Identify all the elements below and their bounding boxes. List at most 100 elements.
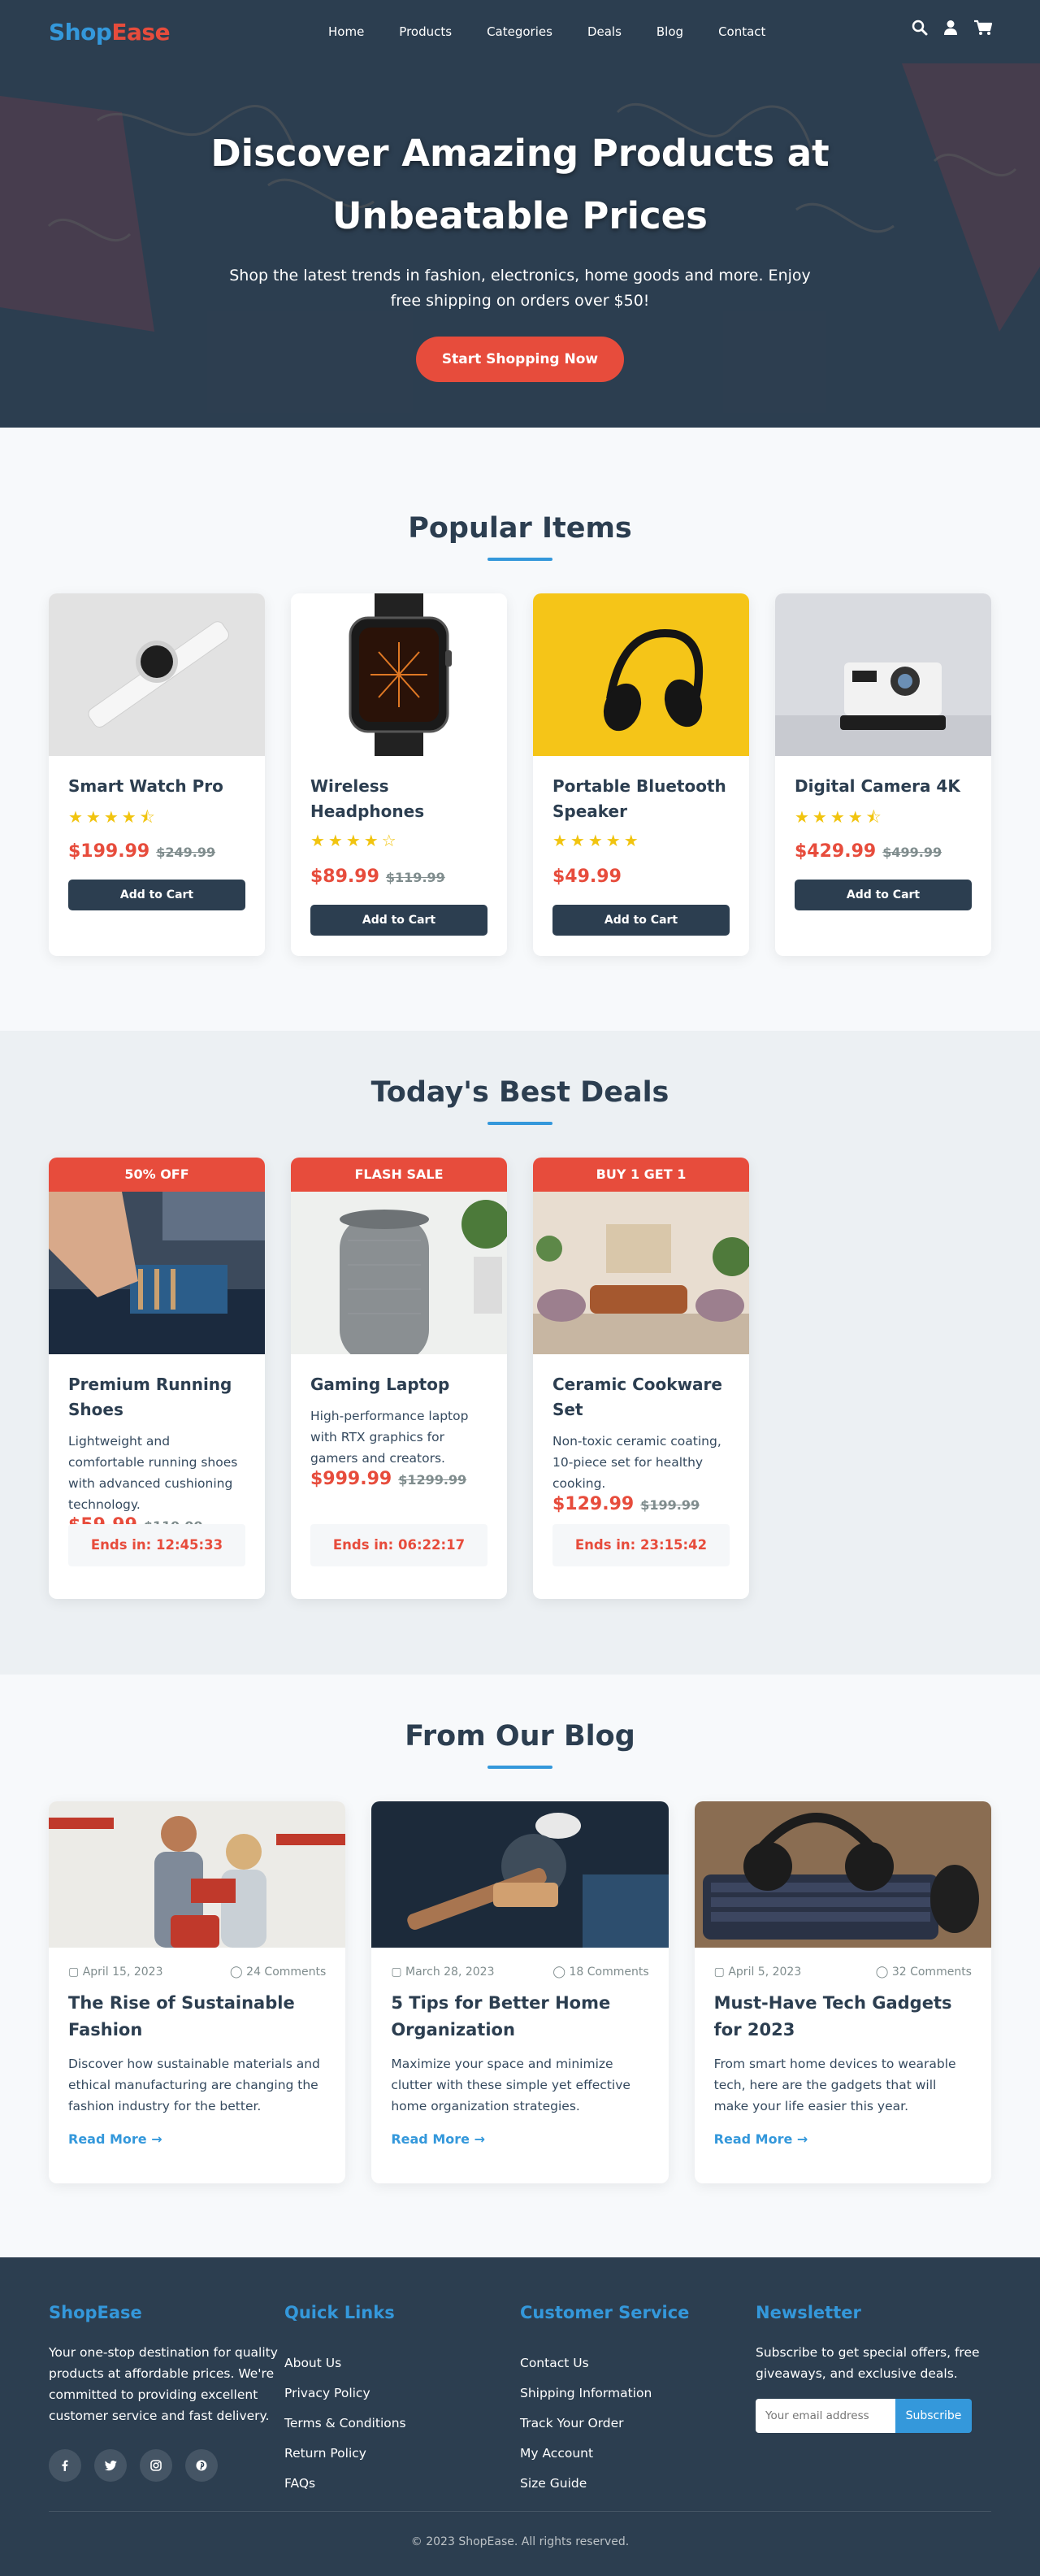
old-price: $199.99 bbox=[640, 1497, 700, 1513]
deal-name: Premium Running Shoes bbox=[68, 1375, 232, 1419]
deal-image bbox=[291, 1192, 507, 1354]
product-price: $49.99 bbox=[552, 867, 622, 887]
product-image bbox=[291, 593, 507, 756]
read-more-link[interactable]: Read More → bbox=[68, 2131, 162, 2147]
copyright: © 2023 ShopEase. All rights reserved. bbox=[49, 2511, 991, 2576]
subscribe-button[interactable]: Subscribe bbox=[895, 2399, 972, 2433]
blog-grid: ▢ April 15, 2023 ◯ 24 Comments The Rise o… bbox=[0, 1801, 1040, 2183]
product-grid: Smart Watch Pro ★★★★⯪ $199.99 $249.99 Add… bbox=[0, 593, 1040, 956]
footer-about: ShopEase Your one-stop destination for q… bbox=[49, 2303, 284, 2499]
deal-countdown: Ends in: 23:15:42 bbox=[552, 1524, 730, 1566]
deal-countdown: Ends in: 06:22:17 bbox=[310, 1524, 488, 1566]
pinterest-icon[interactable] bbox=[185, 2449, 218, 2482]
post-excerpt: From smart home devices to wearable tech… bbox=[713, 2057, 956, 2113]
add-to-cart-button[interactable]: Add to Cart bbox=[795, 880, 972, 910]
product-card[interactable]: Wireless Headphones ★★★★☆ $89.99 $119.99 … bbox=[291, 593, 507, 956]
product-card[interactable]: Digital Camera 4K ★★★★⯪ $429.99 $499.99 A… bbox=[775, 593, 991, 956]
newsletter-text: Subscribe to get special offers, free gi… bbox=[756, 2345, 980, 2381]
comment-icon: ◯ bbox=[552, 1966, 570, 1979]
user-icon[interactable] bbox=[942, 20, 960, 37]
product-price: $89.99 bbox=[310, 867, 379, 887]
facebook-icon[interactable] bbox=[49, 2449, 81, 2482]
footer-link[interactable]: Return Policy bbox=[284, 2439, 520, 2469]
nav-link-blog[interactable]: Blog bbox=[656, 24, 683, 39]
footer: ShopEase Your one-stop destination for q… bbox=[0, 2257, 1040, 2576]
top-navbar: ShopEase Home Products Categories Deals … bbox=[0, 0, 1040, 63]
blog-card[interactable]: ▢ March 28, 2023 ◯ 18 Comments 5 Tips for… bbox=[371, 1801, 669, 2183]
arrow-right-icon: → bbox=[151, 2131, 162, 2147]
deal-price: $129.99 bbox=[552, 1494, 635, 1514]
social-links bbox=[49, 2449, 284, 2482]
nav-link-contact[interactable]: Contact bbox=[718, 24, 765, 39]
post-comments[interactable]: ◯ 18 Comments bbox=[552, 1966, 648, 1979]
footer-about-text: Your one-stop destination for quality pr… bbox=[49, 2345, 278, 2423]
add-to-cart-button[interactable]: Add to Cart bbox=[68, 880, 245, 910]
newsletter-title: Newsletter bbox=[756, 2303, 861, 2322]
footer-link[interactable]: Privacy Policy bbox=[284, 2378, 520, 2409]
footer-link[interactable]: My Account bbox=[520, 2439, 756, 2469]
main-menu: Home Products Categories Deals Blog Cont… bbox=[328, 0, 800, 63]
deal-name: Gaming Laptop bbox=[310, 1375, 450, 1394]
post-title[interactable]: The Rise of Sustainable Fashion bbox=[68, 1990, 326, 2044]
read-more-link[interactable]: Read More → bbox=[391, 2131, 485, 2147]
comment-icon: ◯ bbox=[230, 1966, 247, 1979]
deal-card[interactable]: 50% OFF Premium Running Shoes Lightweigh… bbox=[49, 1158, 265, 1599]
blog-image bbox=[371, 1801, 669, 1948]
email-input[interactable] bbox=[756, 2399, 895, 2433]
deals-section: Today's Best Deals 50% OFF Premium Runni… bbox=[0, 1031, 1040, 1675]
product-name: Wireless Headphones bbox=[310, 776, 425, 821]
blog-card[interactable]: ▢ April 15, 2023 ◯ 24 Comments The Rise o… bbox=[49, 1801, 346, 2183]
old-price: $249.99 bbox=[156, 845, 216, 860]
deal-card[interactable]: BUY 1 GET 1 Ceramic Cookware Set Non-tox… bbox=[533, 1158, 749, 1599]
logo[interactable]: ShopEase bbox=[49, 19, 171, 46]
old-price: $1299.99 bbox=[398, 1472, 467, 1488]
nav-link-home[interactable]: Home bbox=[328, 24, 364, 39]
start-shopping-button[interactable]: Start Shopping Now bbox=[415, 337, 625, 382]
post-comments[interactable]: ◯ 32 Comments bbox=[876, 1966, 972, 1979]
cart-icon[interactable] bbox=[973, 20, 993, 37]
deal-card[interactable]: FLASH SALE Gaming Laptop High-performanc… bbox=[291, 1158, 507, 1599]
section-title: From Our Blog bbox=[405, 1720, 635, 1753]
deals-grid: 50% OFF Premium Running Shoes Lightweigh… bbox=[0, 1158, 1040, 1599]
footer-brand: ShopEase bbox=[49, 2303, 142, 2322]
deal-badge: 50% OFF bbox=[49, 1158, 265, 1192]
twitter-icon[interactable] bbox=[94, 2449, 127, 2482]
customer-service-title: Customer Service bbox=[520, 2303, 690, 2322]
blog-image bbox=[49, 1801, 346, 1948]
footer-link[interactable]: FAQs bbox=[284, 2469, 520, 2499]
footer-link[interactable]: About Us bbox=[284, 2348, 520, 2378]
star-rating: ★★★★★ bbox=[552, 831, 642, 850]
product-card[interactable]: Smart Watch Pro ★★★★⯪ $199.99 $249.99 Add… bbox=[49, 593, 265, 956]
search-icon[interactable] bbox=[912, 20, 930, 37]
blog-card[interactable]: ▢ April 5, 2023 ◯ 32 Comments Must-Have T… bbox=[694, 1801, 991, 2183]
nav-link-deals[interactable]: Deals bbox=[587, 24, 622, 39]
star-rating: ★★★★☆ bbox=[310, 831, 400, 850]
title-underline bbox=[488, 558, 552, 561]
add-to-cart-button[interactable]: Add to Cart bbox=[310, 905, 488, 936]
title-underline bbox=[488, 1122, 552, 1125]
product-image bbox=[775, 593, 991, 756]
deal-image bbox=[49, 1192, 265, 1354]
deal-name: Ceramic Cookware Set bbox=[552, 1375, 722, 1419]
star-rating: ★★★★⯪ bbox=[795, 807, 885, 827]
footer-link[interactable]: Shipping Information bbox=[520, 2378, 756, 2409]
post-date: ▢ April 15, 2023 bbox=[68, 1966, 163, 1979]
product-card[interactable]: Portable Bluetooth Speaker ★★★★★ $49.99 … bbox=[533, 593, 749, 956]
post-comments[interactable]: ◯ 24 Comments bbox=[230, 1966, 326, 1979]
post-title[interactable]: Must-Have Tech Gadgets for 2023 bbox=[714, 1990, 972, 2044]
footer-link[interactable]: Track Your Order bbox=[520, 2409, 756, 2439]
nav-link-products[interactable]: Products bbox=[399, 24, 452, 39]
post-title[interactable]: 5 Tips for Better Home Organization bbox=[391, 1990, 648, 2044]
footer-link[interactable]: Size Guide bbox=[520, 2469, 756, 2499]
footer-link[interactable]: Terms & Conditions bbox=[284, 2409, 520, 2439]
read-more-link[interactable]: Read More → bbox=[714, 2131, 808, 2147]
blog-section: From Our Blog ▢ April 15, 2023 ◯ 24 Comme… bbox=[0, 1675, 1040, 2257]
calendar-icon: ▢ bbox=[68, 1966, 83, 1979]
blog-image bbox=[694, 1801, 991, 1948]
footer-link[interactable]: Contact Us bbox=[520, 2348, 756, 2378]
deal-price: $999.99 bbox=[310, 1469, 392, 1489]
nav-link-categories[interactable]: Categories bbox=[487, 24, 552, 39]
add-to-cart-button[interactable]: Add to Cart bbox=[552, 905, 730, 936]
hero-banner: Discover Amazing Products at Unbeatable … bbox=[0, 63, 1040, 428]
instagram-icon[interactable] bbox=[140, 2449, 172, 2482]
